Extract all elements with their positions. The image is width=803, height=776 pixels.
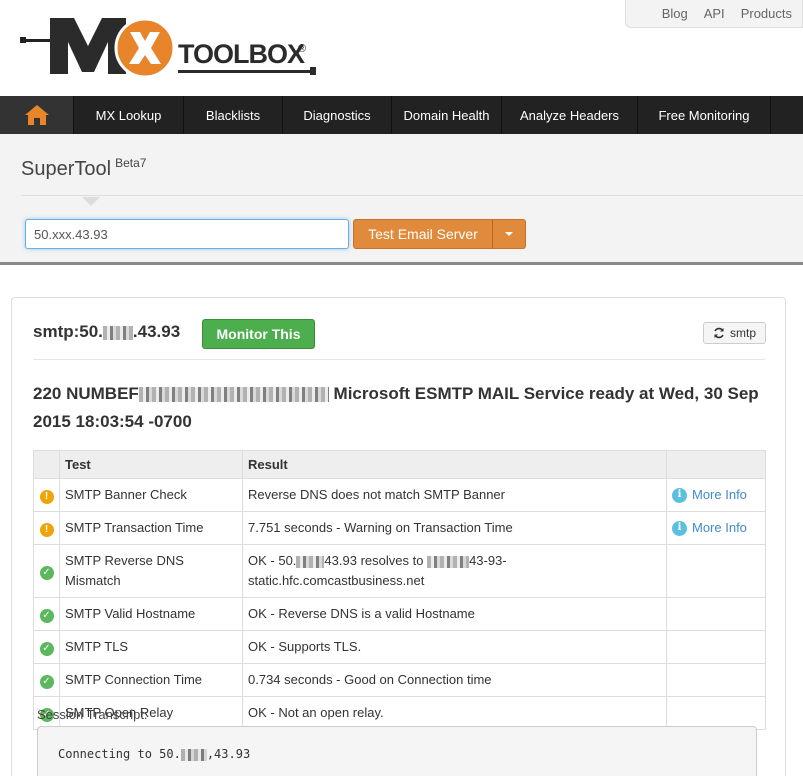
column-header-test: Test [59,450,243,479]
info-icon: i [672,520,687,536]
smtp-banner: 220 NUMBEF Microsoft ESMTP MAIL Service … [33,384,759,431]
smtp-refresh-button[interactable]: smtp [703,322,766,344]
beta-badge: Beta7 [115,156,147,170]
more-info-link[interactable]: i More Info [672,518,760,538]
refresh-icon [714,327,724,339]
main-nav: MX Lookup Blacklists Diagnostics Domain … [0,96,803,134]
api-link[interactable]: API [704,6,725,21]
top-links: Blog API Products [625,0,803,28]
blog-link[interactable]: Blog [662,6,688,21]
svg-text:®: ® [298,43,306,55]
divider [21,195,803,196]
nav-diagnostics[interactable]: Diagnostics [283,96,392,134]
home-button[interactable] [0,96,74,134]
test-email-server-button[interactable]: Test Email Server [353,219,493,249]
info-icon: i [672,487,687,503]
check-icon: ✓ [39,566,54,580]
pointer-notch [82,197,100,206]
redacted-ip [180,748,207,761]
table-row: ✓ SMTP Valid Hostname OK - Reverse DNS i… [33,597,766,631]
table-row: ✓ SMTP Reverse DNS Mismatch OK - 50. 43.9… [33,544,766,598]
check-icon: ✓ [39,609,54,623]
logo-text: TOOLBOX [178,39,305,69]
redacted-ip [102,325,133,340]
nav-analyze-headers[interactable]: Analyze Headers [502,96,638,134]
warning-icon: ! [39,490,54,504]
session-transcript-label: Session Transcript: [37,707,148,722]
caret-down-icon [505,232,513,236]
redacted-ip [296,555,325,568]
nav-blacklists[interactable]: Blacklists [184,96,283,134]
table-row: ✓ SMTP Connection Time 0.734 seconds - G… [33,663,766,697]
column-header-result: Result [242,450,667,479]
command-dropdown-button[interactable] [492,219,526,249]
warning-icon: ! [39,523,54,537]
nav-free-monitoring[interactable]: Free Monitoring [638,96,771,134]
results-table: Test Result ! SMTP Banner Check Reverse … [33,450,766,730]
session-transcript: Connecting to 50. ,43.93 [37,726,757,776]
result-card: smtp:50. .43.93 Monitor This smtp 220 NUM… [11,297,786,776]
mxtoolbox-logo[interactable]: TOOLBOX ® [18,12,318,82]
nav-domain-health[interactable]: Domain Health [392,96,502,134]
site-header: TOOLBOX ® Blog API Products [0,0,803,96]
products-link[interactable]: Products [741,6,792,21]
home-icon [24,105,49,125]
lookup-input[interactable] [25,219,349,249]
redacted-hostname [138,387,329,403]
divider [33,359,765,360]
supertool-title: SuperTool Beta7 [21,156,147,180]
table-row: ! SMTP Transaction Time 7.751 seconds - … [33,511,766,545]
supertool-panel: SuperToolBeta7 Test Email Server [0,134,803,265]
nav-mx-lookup[interactable]: MX Lookup [74,96,184,134]
monitor-this-button[interactable]: Monitor This [202,319,315,349]
redacted-ip [427,555,470,568]
check-icon: ✓ [39,642,54,656]
table-row: ! SMTP Banner Check Reverse DNS does not… [33,478,766,512]
check-icon: ✓ [39,675,54,689]
more-info-link[interactable]: i More Info [672,485,760,505]
result-host: smtp:50. .43.93 [33,322,181,341]
table-row: ✓ SMTP TLS OK - Supports TLS. [33,630,766,664]
